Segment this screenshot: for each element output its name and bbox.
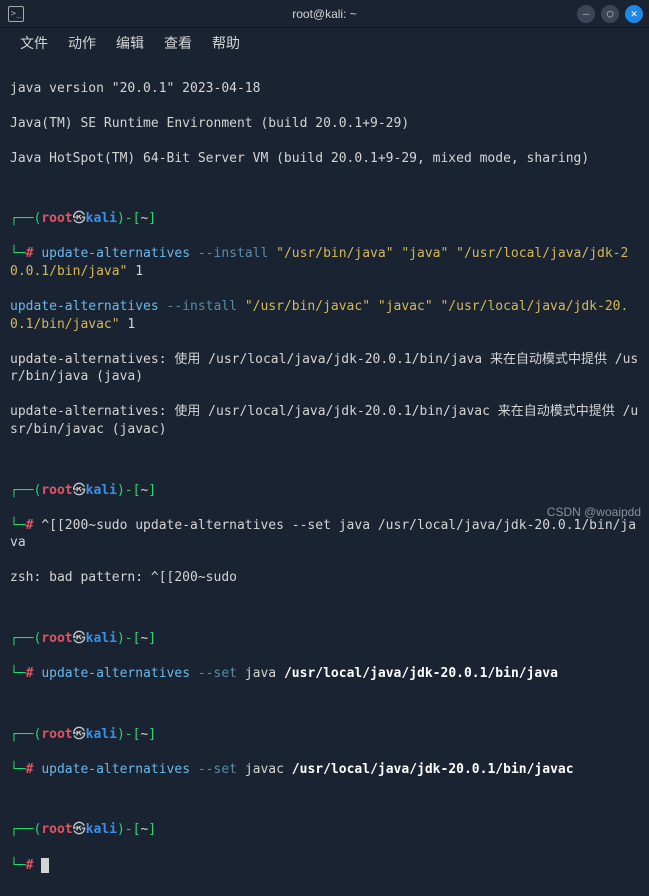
- terminal-icon: >_: [8, 6, 24, 22]
- command-1: └─# update-alternatives --install "/usr/…: [10, 245, 639, 280]
- minimize-button[interactable]: –: [577, 5, 595, 23]
- prompt-4: ┌──(root㉿kali)-[~]: [10, 726, 639, 744]
- menubar: 文件 动作 编辑 查看 帮助: [0, 28, 649, 58]
- command-3: └─# ^[[200~sudo update-alternatives --se…: [10, 517, 639, 552]
- cursor-icon: [41, 858, 49, 873]
- close-button[interactable]: ✕: [625, 5, 643, 23]
- output-alt-1: update-alternatives: 使用 /usr/local/java/…: [10, 351, 639, 386]
- output-java-version: java version "20.0.1" 2023-04-18: [10, 80, 639, 98]
- terminal-content[interactable]: java version "20.0.1" 2023-04-18 Java(TM…: [0, 58, 649, 896]
- output-java-hotspot: Java HotSpot(TM) 64-Bit Server VM (build…: [10, 150, 639, 168]
- prompt-2: ┌──(root㉿kali)-[~]: [10, 482, 639, 500]
- menu-file[interactable]: 文件: [10, 29, 58, 57]
- menu-view[interactable]: 查看: [154, 29, 202, 57]
- titlebar: >_ root@kali: ~ – ○ ✕: [0, 0, 649, 28]
- command-5: └─# update-alternatives --set javac /usr…: [10, 761, 639, 779]
- menu-help[interactable]: 帮助: [202, 29, 250, 57]
- output-alt-2: update-alternatives: 使用 /usr/local/java/…: [10, 403, 639, 438]
- output-zsh-error: zsh: bad pattern: ^[[200~sudo: [10, 569, 639, 587]
- prompt-5: ┌──(root㉿kali)-[~]: [10, 821, 639, 839]
- watermark: CSDN @woaipdd: [547, 505, 641, 519]
- menu-action[interactable]: 动作: [58, 29, 106, 57]
- maximize-button[interactable]: ○: [601, 5, 619, 23]
- command-2: update-alternatives --install "/usr/bin/…: [10, 298, 639, 333]
- window-title: root@kali: ~: [292, 7, 357, 21]
- current-prompt[interactable]: └─#: [10, 857, 639, 875]
- output-java-runtime: Java(TM) SE Runtime Environment (build 2…: [10, 115, 639, 133]
- window-controls: – ○ ✕: [577, 5, 643, 23]
- command-4: └─# update-alternatives --set java /usr/…: [10, 665, 639, 683]
- prompt-1: ┌──(root㉿kali)-[~]: [10, 210, 639, 228]
- menu-edit[interactable]: 编辑: [106, 29, 154, 57]
- prompt-3: ┌──(root㉿kali)-[~]: [10, 630, 639, 648]
